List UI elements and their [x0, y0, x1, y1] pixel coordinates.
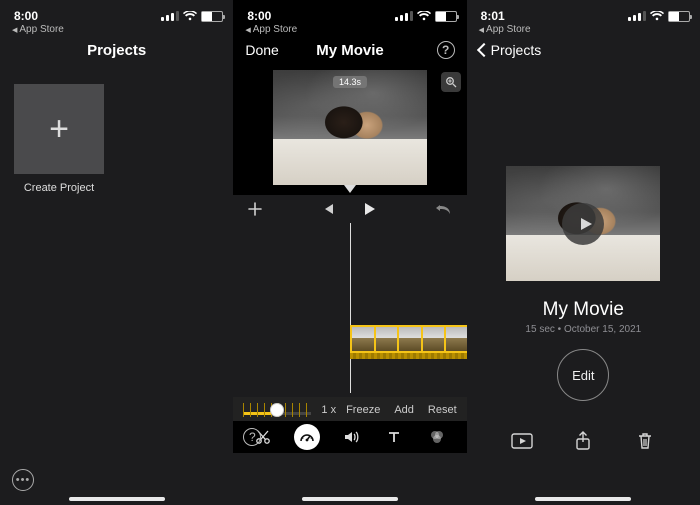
project-detail-screen: 8:01 App Store Projects My Movie 15 sec …: [467, 0, 700, 505]
wifi-icon: [183, 11, 197, 21]
back-to-app-store[interactable]: App Store: [233, 24, 466, 34]
preview-area: 14.3s: [233, 66, 466, 185]
status-bar: 8:01: [467, 0, 700, 26]
freeze-button[interactable]: Freeze: [346, 404, 380, 416]
transport-bar: [233, 195, 466, 223]
more-options-button[interactable]: •••: [12, 469, 34, 491]
cellular-icon: [395, 11, 413, 21]
cellular-icon: [628, 11, 646, 21]
speed-slider-knob[interactable]: [270, 403, 284, 417]
speedometer-icon[interactable]: [294, 424, 320, 450]
nav-title: Projects: [87, 42, 146, 59]
projects-screen: 8:00 App Store Projects + Create Project…: [0, 0, 233, 505]
playhead-line[interactable]: [350, 223, 351, 393]
battery-icon: [668, 11, 690, 22]
reset-speed-button[interactable]: Reset: [428, 404, 457, 416]
nav-title: My Movie: [316, 42, 384, 59]
add-media-button[interactable]: [247, 201, 263, 217]
timeline[interactable]: 1 x Freeze Add Reset ?: [233, 223, 466, 505]
battery-icon: [201, 11, 223, 22]
video-preview[interactable]: 14.3s: [273, 70, 427, 185]
editor-toolbar: ?: [233, 421, 466, 453]
back-to-app-store[interactable]: App Store: [0, 24, 233, 34]
create-project-tile[interactable]: +: [14, 84, 104, 174]
zoom-button[interactable]: [441, 72, 461, 92]
back-label: Projects: [491, 42, 542, 58]
text-icon[interactable]: [382, 425, 406, 449]
nav-bar: Projects: [467, 34, 700, 66]
speed-slider[interactable]: [243, 403, 311, 417]
playhead-indicator-icon: [233, 185, 466, 195]
home-indicator[interactable]: [302, 497, 398, 501]
video-clip[interactable]: [350, 325, 467, 353]
speed-control-bar: 1 x Freeze Add Reset: [233, 397, 466, 423]
status-time: 8:01: [481, 9, 505, 23]
create-project-label: Create Project: [14, 182, 104, 194]
cellular-icon: [161, 11, 179, 21]
detail-toolbar: [467, 425, 700, 457]
editor-screen: 8:00 App Store Done My Movie ? 14.3s: [233, 0, 466, 505]
play-rect-icon[interactable]: [510, 429, 534, 453]
done-button[interactable]: Done: [245, 42, 278, 58]
filters-icon[interactable]: [425, 425, 449, 449]
project-title: My Movie: [467, 299, 700, 321]
skip-start-button[interactable]: [321, 202, 335, 216]
share-icon[interactable]: [571, 429, 595, 453]
chevron-left-icon: [479, 42, 489, 58]
wifi-icon: [417, 11, 431, 21]
plus-icon: +: [49, 112, 69, 146]
edit-button[interactable]: Edit: [557, 349, 609, 401]
status-time: 8:00: [247, 9, 271, 23]
back-button[interactable]: Projects: [479, 42, 542, 58]
play-overlay-button[interactable]: [562, 203, 604, 245]
volume-icon[interactable]: [339, 425, 363, 449]
status-bar: 8:00: [0, 0, 233, 26]
status-time: 8:00: [14, 9, 38, 23]
status-bar: 8:00: [233, 0, 466, 26]
help-button[interactable]: ?: [437, 41, 455, 59]
home-indicator[interactable]: [69, 497, 165, 501]
undo-button[interactable]: [435, 202, 453, 216]
home-indicator[interactable]: [535, 497, 631, 501]
wifi-icon: [650, 11, 664, 21]
trash-icon[interactable]: [633, 429, 657, 453]
add-keyframe-button[interactable]: Add: [394, 404, 414, 416]
project-thumbnail[interactable]: [506, 166, 660, 281]
back-to-app-store[interactable]: App Store: [467, 24, 700, 34]
clip-duration-badge: 14.3s: [333, 76, 367, 88]
nav-bar: Done My Movie ?: [233, 34, 466, 66]
speed-value: 1 x: [321, 404, 336, 416]
project-subtitle: 15 sec • October 15, 2021: [467, 324, 700, 335]
play-button[interactable]: [361, 201, 377, 217]
nav-bar: Projects: [0, 34, 233, 66]
battery-icon: [435, 11, 457, 22]
